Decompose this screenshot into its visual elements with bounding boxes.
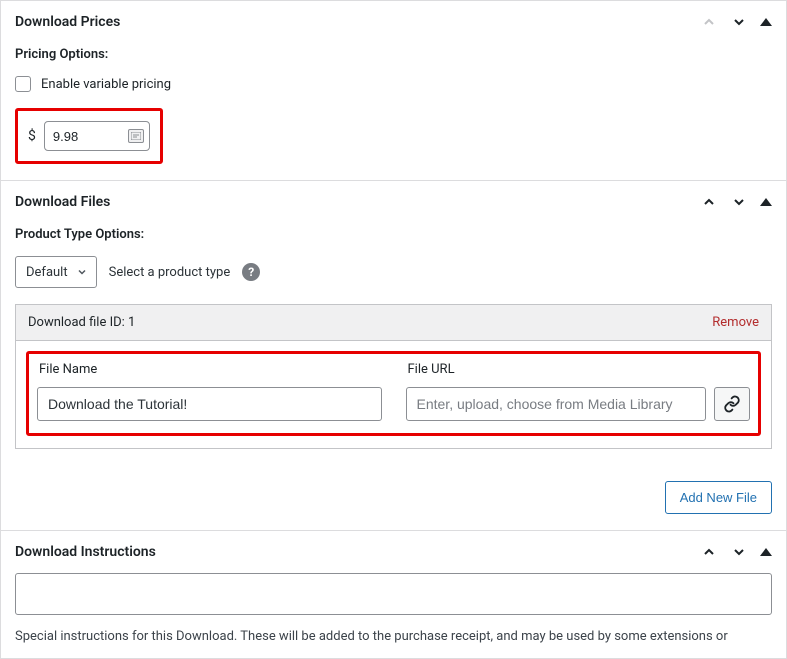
collapse-toggle-icon[interactable] [760, 198, 772, 206]
card-icon [128, 129, 144, 143]
instructions-textarea[interactable] [15, 573, 772, 615]
download-file-block: Download file ID: 1 Remove File Name Fil… [15, 304, 772, 449]
file-url-label: File URL [408, 362, 751, 377]
move-up-icon[interactable] [700, 193, 718, 211]
file-name-label: File Name [39, 362, 382, 377]
product-type-select-value: Default [26, 265, 68, 280]
enable-variable-pricing-checkbox[interactable] [15, 76, 31, 92]
currency-symbol: $ [28, 128, 36, 144]
move-up-icon[interactable] [700, 543, 718, 561]
instructions-description: Special instructions for this Download. … [1, 629, 786, 658]
move-up-icon[interactable] [700, 13, 718, 31]
link-icon [723, 395, 741, 413]
section-title-prices: Download Prices [15, 14, 700, 30]
move-down-icon[interactable] [730, 193, 748, 211]
pricing-options-label: Pricing Options: [15, 47, 772, 62]
chevron-down-icon [76, 266, 88, 278]
product-type-options-label: Product Type Options: [15, 227, 772, 242]
add-new-file-button[interactable]: Add New File [665, 481, 772, 514]
move-down-icon[interactable] [730, 543, 748, 561]
collapse-toggle-icon[interactable] [760, 548, 772, 556]
media-library-button[interactable] [714, 387, 750, 421]
help-icon[interactable]: ? [242, 263, 260, 281]
collapse-toggle-icon[interactable] [760, 18, 772, 26]
enable-variable-pricing-label: Enable variable pricing [41, 77, 171, 92]
section-title-files: Download Files [15, 194, 700, 210]
product-type-select[interactable]: Default [15, 256, 97, 288]
section-title-instructions: Download Instructions [15, 544, 700, 560]
product-type-hint: Select a product type [109, 265, 231, 280]
remove-file-link[interactable]: Remove [712, 315, 759, 330]
move-down-icon[interactable] [730, 13, 748, 31]
download-file-id-label: Download file ID: 1 [28, 315, 712, 330]
file-url-input[interactable] [406, 387, 707, 421]
file-name-input[interactable] [37, 387, 382, 421]
